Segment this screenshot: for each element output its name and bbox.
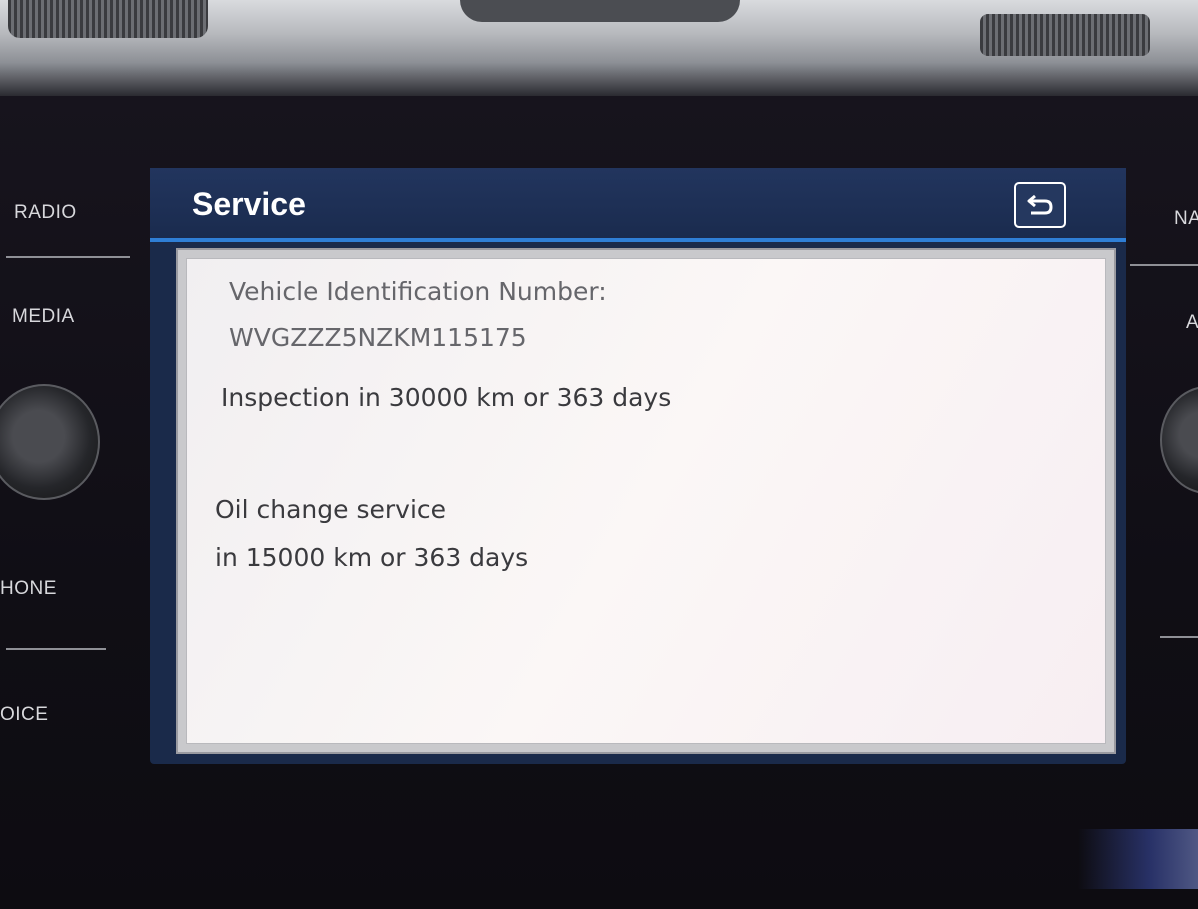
divider: [6, 648, 106, 650]
service-info-panel: Vehicle Identification Number: WVGZZZ5NZ…: [186, 258, 1106, 744]
divider: [1160, 636, 1198, 638]
volume-knob[interactable]: [0, 384, 100, 500]
nav-button[interactable]: NA: [1174, 208, 1198, 230]
vent-slot: [460, 0, 740, 22]
reflection: [1078, 829, 1198, 889]
divider: [1130, 264, 1198, 266]
left-dial[interactable]: [8, 0, 208, 38]
back-arrow-icon: [1027, 194, 1053, 215]
vin-value: WVGZZZ5NZKM115175: [229, 323, 527, 352]
inspection-info: Inspection in 30000 km or 363 days: [221, 383, 672, 412]
app-button[interactable]: A: [1186, 312, 1198, 334]
vin-label: Vehicle Identification Number:: [229, 277, 607, 306]
oil-service-info: in 15000 km or 363 days: [215, 543, 529, 572]
content-frame: Vehicle Identification Number: WVGZZZ5NZ…: [176, 248, 1116, 754]
dashboard-bezel: [0, 0, 1198, 96]
right-dial[interactable]: [980, 14, 1150, 56]
divider: [6, 256, 130, 258]
phone-button[interactable]: HONE: [0, 578, 57, 600]
service-screen: Service Vehicle Identification Number: W…: [150, 168, 1126, 764]
page-title: Service: [192, 186, 306, 222]
oil-service-label: Oil change service: [215, 495, 447, 524]
radio-button[interactable]: RADIO: [14, 202, 77, 224]
title-bar: Service: [150, 168, 1126, 242]
back-button[interactable]: [1014, 182, 1066, 228]
tune-knob[interactable]: [1160, 386, 1198, 494]
media-button[interactable]: MEDIA: [12, 306, 75, 328]
voice-button[interactable]: OICE: [0, 704, 48, 726]
